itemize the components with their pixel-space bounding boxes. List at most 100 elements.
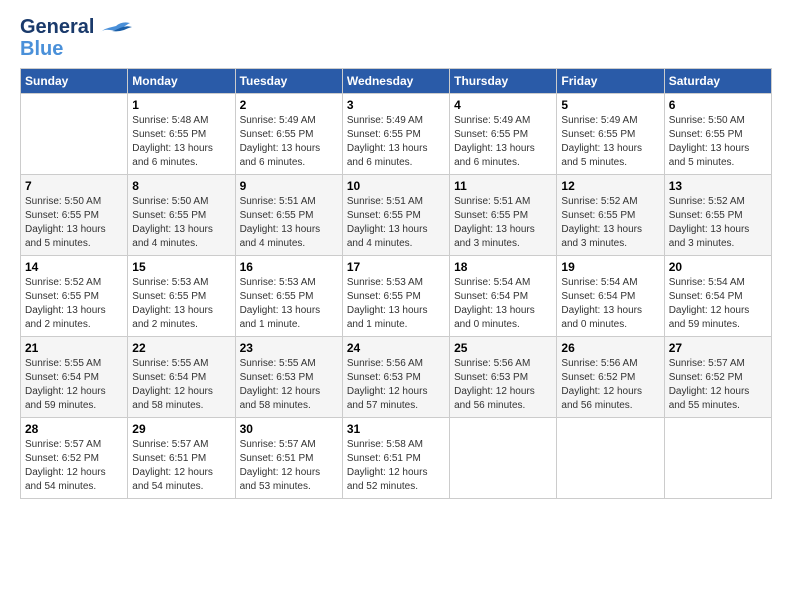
day-number: 10 — [347, 179, 445, 193]
calendar-cell: 14 Sunrise: 5:52 AM Sunset: 6:55 PM Dayli… — [21, 256, 128, 337]
calendar-cell: 25 Sunrise: 5:56 AM Sunset: 6:53 PM Dayli… — [450, 337, 557, 418]
day-info: Sunrise: 5:55 AM Sunset: 6:53 PM Dayligh… — [240, 357, 338, 413]
col-header-tuesday: Tuesday — [235, 69, 342, 94]
day-number: 23 — [240, 341, 338, 355]
day-info: Sunrise: 5:50 AM Sunset: 6:55 PM Dayligh… — [132, 195, 230, 251]
day-info: Sunrise: 5:54 AM Sunset: 6:54 PM Dayligh… — [454, 276, 552, 332]
day-info: Sunrise: 5:57 AM Sunset: 6:51 PM Dayligh… — [240, 438, 338, 494]
calendar-cell: 22Sunrise: 5:55 AM Sunset: 6:54 PM Dayli… — [128, 337, 235, 418]
day-info: Sunrise: 5:55 AM Sunset: 6:54 PM Dayligh… — [132, 357, 230, 413]
calendar-cell — [21, 94, 128, 175]
calendar-cell: 21 Sunrise: 5:55 AM Sunset: 6:54 PM Dayli… — [21, 337, 128, 418]
calendar-cell: 9 Sunrise: 5:51 AM Sunset: 6:55 PM Daylig… — [235, 175, 342, 256]
calendar-cell: 12 Sunrise: 5:52 AM Sunset: 6:55 PM Dayli… — [557, 175, 664, 256]
calendar-cell: 27Sunrise: 5:57 AM Sunset: 6:52 PM Dayli… — [664, 337, 771, 418]
day-info: Sunrise: 5:48 AM Sunset: 6:55 PM Dayligh… — [132, 114, 230, 170]
day-info: Sunrise: 5:53 AM Sunset: 6:55 PM Dayligh… — [132, 276, 230, 332]
day-info: Sunrise: 5:53 AM Sunset: 6:55 PM Dayligh… — [240, 276, 338, 332]
logo-bird-icon — [94, 20, 138, 48]
day-number: 20 — [669, 260, 767, 274]
day-number: 16 — [240, 260, 338, 274]
day-info: Sunrise: 5:54 AM Sunset: 6:54 PM Dayligh… — [669, 276, 767, 332]
calendar-cell: 5 Sunrise: 5:49 AM Sunset: 6:55 PM Daylig… — [557, 94, 664, 175]
day-info: Sunrise: 5:51 AM Sunset: 6:55 PM Dayligh… — [240, 195, 338, 251]
col-header-thursday: Thursday — [450, 69, 557, 94]
day-info: Sunrise: 5:57 AM Sunset: 6:52 PM Dayligh… — [669, 357, 767, 413]
calendar-cell: 3Sunrise: 5:49 AM Sunset: 6:55 PM Daylig… — [342, 94, 449, 175]
day-info: Sunrise: 5:53 AM Sunset: 6:55 PM Dayligh… — [347, 276, 445, 332]
day-number: 4 — [454, 98, 552, 112]
week-row-2: 7 Sunrise: 5:50 AM Sunset: 6:55 PM Daylig… — [21, 175, 772, 256]
day-info: Sunrise: 5:49 AM Sunset: 6:55 PM Dayligh… — [347, 114, 445, 170]
calendar-table: SundayMondayTuesdayWednesdayThursdayFrid… — [20, 68, 772, 499]
day-number: 11 — [454, 179, 552, 193]
day-number: 19 — [561, 260, 659, 274]
day-number: 15 — [132, 260, 230, 274]
calendar-cell: 10 Sunrise: 5:51 AM Sunset: 6:55 PM Dayli… — [342, 175, 449, 256]
week-row-5: 28 Sunrise: 5:57 AM Sunset: 6:52 PM Dayli… — [21, 418, 772, 499]
calendar-cell: 24 Sunrise: 5:56 AM Sunset: 6:53 PM Dayli… — [342, 337, 449, 418]
day-number: 18 — [454, 260, 552, 274]
week-row-4: 21 Sunrise: 5:55 AM Sunset: 6:54 PM Dayli… — [21, 337, 772, 418]
calendar-cell: 4 Sunrise: 5:49 AM Sunset: 6:55 PM Daylig… — [450, 94, 557, 175]
day-info: Sunrise: 5:58 AM Sunset: 6:51 PM Dayligh… — [347, 438, 445, 494]
page-header: General Blue — [20, 16, 772, 60]
day-number: 21 — [25, 341, 123, 355]
calendar-cell: 16 Sunrise: 5:53 AM Sunset: 6:55 PM Dayli… — [235, 256, 342, 337]
day-number: 9 — [240, 179, 338, 193]
day-number: 31 — [347, 422, 445, 436]
day-info: Sunrise: 5:50 AM Sunset: 6:55 PM Dayligh… — [669, 114, 767, 170]
day-number: 30 — [240, 422, 338, 436]
calendar-cell: 7 Sunrise: 5:50 AM Sunset: 6:55 PM Daylig… — [21, 175, 128, 256]
calendar-cell: 30 Sunrise: 5:57 AM Sunset: 6:51 PM Dayli… — [235, 418, 342, 499]
calendar-cell: 13Sunrise: 5:52 AM Sunset: 6:55 PM Dayli… — [664, 175, 771, 256]
day-number: 7 — [25, 179, 123, 193]
day-info: Sunrise: 5:54 AM Sunset: 6:54 PM Dayligh… — [561, 276, 659, 332]
calendar-cell: 6 Sunrise: 5:50 AM Sunset: 6:55 PM Daylig… — [664, 94, 771, 175]
day-number: 6 — [669, 98, 767, 112]
day-number: 5 — [561, 98, 659, 112]
day-number: 2 — [240, 98, 338, 112]
week-row-3: 14 Sunrise: 5:52 AM Sunset: 6:55 PM Dayli… — [21, 256, 772, 337]
calendar-cell: 1 Sunrise: 5:48 AM Sunset: 6:55 PM Daylig… — [128, 94, 235, 175]
day-number: 8 — [132, 179, 230, 193]
calendar-cell — [450, 418, 557, 499]
week-row-1: 1 Sunrise: 5:48 AM Sunset: 6:55 PM Daylig… — [21, 94, 772, 175]
col-header-sunday: Sunday — [21, 69, 128, 94]
calendar-cell: 28 Sunrise: 5:57 AM Sunset: 6:52 PM Dayli… — [21, 418, 128, 499]
day-info: Sunrise: 5:57 AM Sunset: 6:51 PM Dayligh… — [132, 438, 230, 494]
day-info: Sunrise: 5:52 AM Sunset: 6:55 PM Dayligh… — [669, 195, 767, 251]
col-header-wednesday: Wednesday — [342, 69, 449, 94]
day-number: 25 — [454, 341, 552, 355]
calendar-cell: 15 Sunrise: 5:53 AM Sunset: 6:55 PM Dayli… — [128, 256, 235, 337]
calendar-cell — [664, 418, 771, 499]
calendar-cell: 2 Sunrise: 5:49 AM Sunset: 6:55 PM Daylig… — [235, 94, 342, 175]
day-info: Sunrise: 5:50 AM Sunset: 6:55 PM Dayligh… — [25, 195, 123, 251]
day-info: Sunrise: 5:57 AM Sunset: 6:52 PM Dayligh… — [25, 438, 123, 494]
calendar-cell: 29Sunrise: 5:57 AM Sunset: 6:51 PM Dayli… — [128, 418, 235, 499]
logo: General Blue — [20, 16, 138, 60]
day-info: Sunrise: 5:56 AM Sunset: 6:52 PM Dayligh… — [561, 357, 659, 413]
day-info: Sunrise: 5:49 AM Sunset: 6:55 PM Dayligh… — [454, 114, 552, 170]
day-info: Sunrise: 5:51 AM Sunset: 6:55 PM Dayligh… — [347, 195, 445, 251]
day-number: 24 — [347, 341, 445, 355]
day-number: 28 — [25, 422, 123, 436]
day-info: Sunrise: 5:56 AM Sunset: 6:53 PM Dayligh… — [347, 357, 445, 413]
col-header-friday: Friday — [557, 69, 664, 94]
day-info: Sunrise: 5:51 AM Sunset: 6:55 PM Dayligh… — [454, 195, 552, 251]
day-info: Sunrise: 5:56 AM Sunset: 6:53 PM Dayligh… — [454, 357, 552, 413]
day-number: 12 — [561, 179, 659, 193]
day-info: Sunrise: 5:49 AM Sunset: 6:55 PM Dayligh… — [561, 114, 659, 170]
day-number: 14 — [25, 260, 123, 274]
day-number: 1 — [132, 98, 230, 112]
day-number: 26 — [561, 341, 659, 355]
calendar-cell: 11 Sunrise: 5:51 AM Sunset: 6:55 PM Dayli… — [450, 175, 557, 256]
calendar-cell: 19 Sunrise: 5:54 AM Sunset: 6:54 PM Dayli… — [557, 256, 664, 337]
calendar-cell: 31 Sunrise: 5:58 AM Sunset: 6:51 PM Dayli… — [342, 418, 449, 499]
day-info: Sunrise: 5:49 AM Sunset: 6:55 PM Dayligh… — [240, 114, 338, 170]
day-info: Sunrise: 5:52 AM Sunset: 6:55 PM Dayligh… — [25, 276, 123, 332]
day-info: Sunrise: 5:55 AM Sunset: 6:54 PM Dayligh… — [25, 357, 123, 413]
calendar-cell: 26 Sunrise: 5:56 AM Sunset: 6:52 PM Dayli… — [557, 337, 664, 418]
calendar-cell: 17Sunrise: 5:53 AM Sunset: 6:55 PM Dayli… — [342, 256, 449, 337]
day-info: Sunrise: 5:52 AM Sunset: 6:55 PM Dayligh… — [561, 195, 659, 251]
